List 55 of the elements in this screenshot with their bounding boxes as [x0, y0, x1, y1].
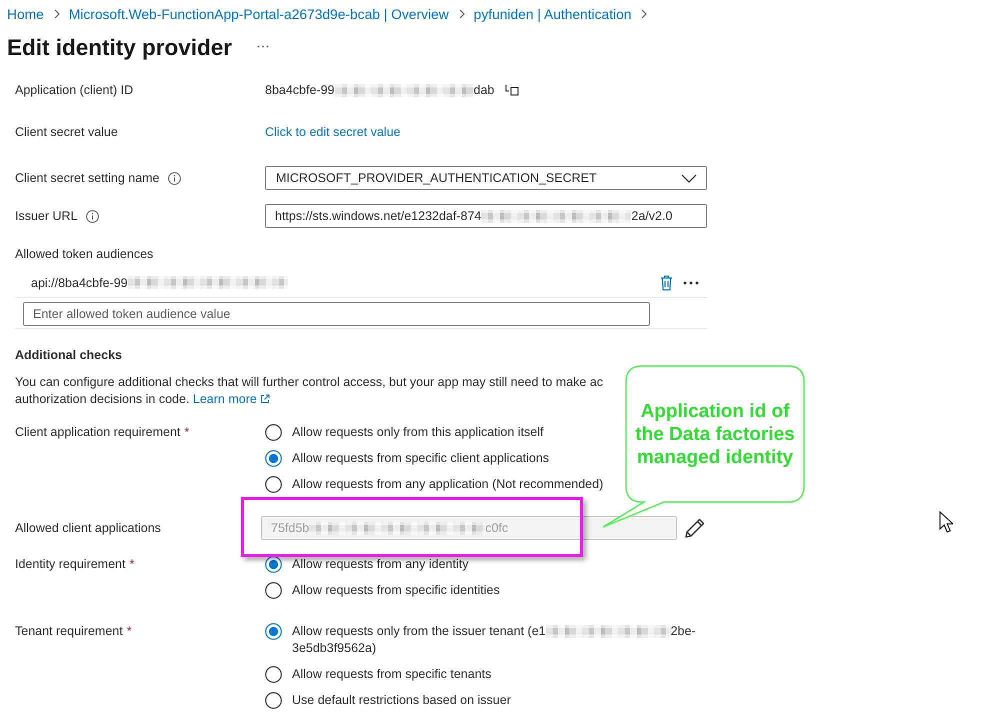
radio-button[interactable] — [265, 666, 282, 682]
chevron-right-icon — [641, 9, 648, 19]
field-label: Application (client) ID — [15, 83, 134, 97]
radio-label[interactable]: Allow requests from specific client applications — [292, 450, 550, 466]
audience-input[interactable]: Enter allowed token audience value — [23, 302, 650, 326]
field-label: Client secret setting name — [15, 171, 160, 185]
radio-button[interactable] — [265, 450, 282, 466]
field-label: Client application requirement — [15, 425, 180, 439]
breadcrumb-link[interactable]: pyfuniden | Authentication — [474, 6, 632, 22]
radio-button[interactable] — [265, 556, 282, 572]
field-label: Allowed token audiences — [15, 247, 154, 261]
pencil-icon[interactable] — [684, 517, 706, 539]
radio-label[interactable]: Allow requests from specific tenants — [292, 666, 492, 682]
client-id-text: 8ba4cbfe-99 — [265, 83, 335, 97]
more-icon[interactable] — [683, 280, 699, 284]
info-icon[interactable] — [86, 210, 99, 222]
radio-button[interactable] — [265, 582, 282, 598]
radio-button[interactable] — [265, 622, 282, 640]
breadcrumb-link[interactable]: Home — [7, 6, 44, 22]
copy-icon[interactable] — [505, 84, 520, 96]
radio-label[interactable]: Allow requests from any identity — [292, 556, 468, 572]
radio-label[interactable]: Use default restrictions based on issuer — [292, 692, 511, 708]
secret-setting-dropdown[interactable]: MICROSOFT_PROVIDER_AUTHENTICATION_SECRET — [265, 166, 707, 190]
trash-icon[interactable] — [660, 274, 673, 290]
external-link-icon — [260, 394, 270, 404]
cursor-icon — [939, 511, 953, 533]
breadcrumb-link[interactable]: Microsoft.Web-FunctionApp-Portal-a2673d9e-bcab | Overview — [68, 6, 449, 22]
radio-button[interactable] — [265, 424, 282, 440]
radio-button[interactable] — [265, 476, 282, 492]
field-label: Identity requirement — [15, 557, 126, 571]
field-label: Tenant requirement — [15, 624, 123, 638]
radio-button[interactable] — [265, 692, 282, 708]
callout-text: Application id of the Data factories managed identity — [634, 400, 796, 468]
required-asterisk: * — [126, 624, 132, 638]
more-icon[interactable] — [257, 44, 270, 48]
radio-label[interactable]: Allow requests from any application (Not recommended) — [292, 476, 604, 492]
field-label: Issuer URL — [15, 209, 78, 223]
required-asterisk: * — [129, 557, 134, 571]
radio-label[interactable]: Allow requests only from this application itself — [292, 424, 544, 440]
page-title: Edit identity provider — [7, 35, 232, 61]
audience-text: api://8ba4cbfe-99 — [31, 276, 128, 290]
info-icon[interactable] — [168, 172, 181, 184]
edit-secret-link[interactable]: Click to edit secret value — [265, 125, 400, 139]
chevron-right-icon — [54, 9, 60, 19]
chevron-down-icon — [681, 174, 697, 182]
client-id-text: dab — [474, 83, 494, 97]
radio-label[interactable]: Allow requests from specific identities — [292, 582, 500, 598]
radio-label[interactable]: Allow requests only from the issuer tenant (e1 2be-3e5db3f9562a) — [292, 622, 707, 656]
chevron-right-icon — [458, 9, 465, 19]
issuer-url-field[interactable]: https://sts.windows.net/e1232daf-874 2a/v2.0 — [265, 204, 707, 228]
learn-more-link[interactable]: Learn more — [192, 392, 270, 406]
field-label: Client secret value — [15, 125, 119, 139]
field-label: Allowed client applications — [15, 521, 162, 535]
section-heading: Additional checks — [15, 347, 123, 364]
required-asterisk: * — [184, 425, 190, 439]
